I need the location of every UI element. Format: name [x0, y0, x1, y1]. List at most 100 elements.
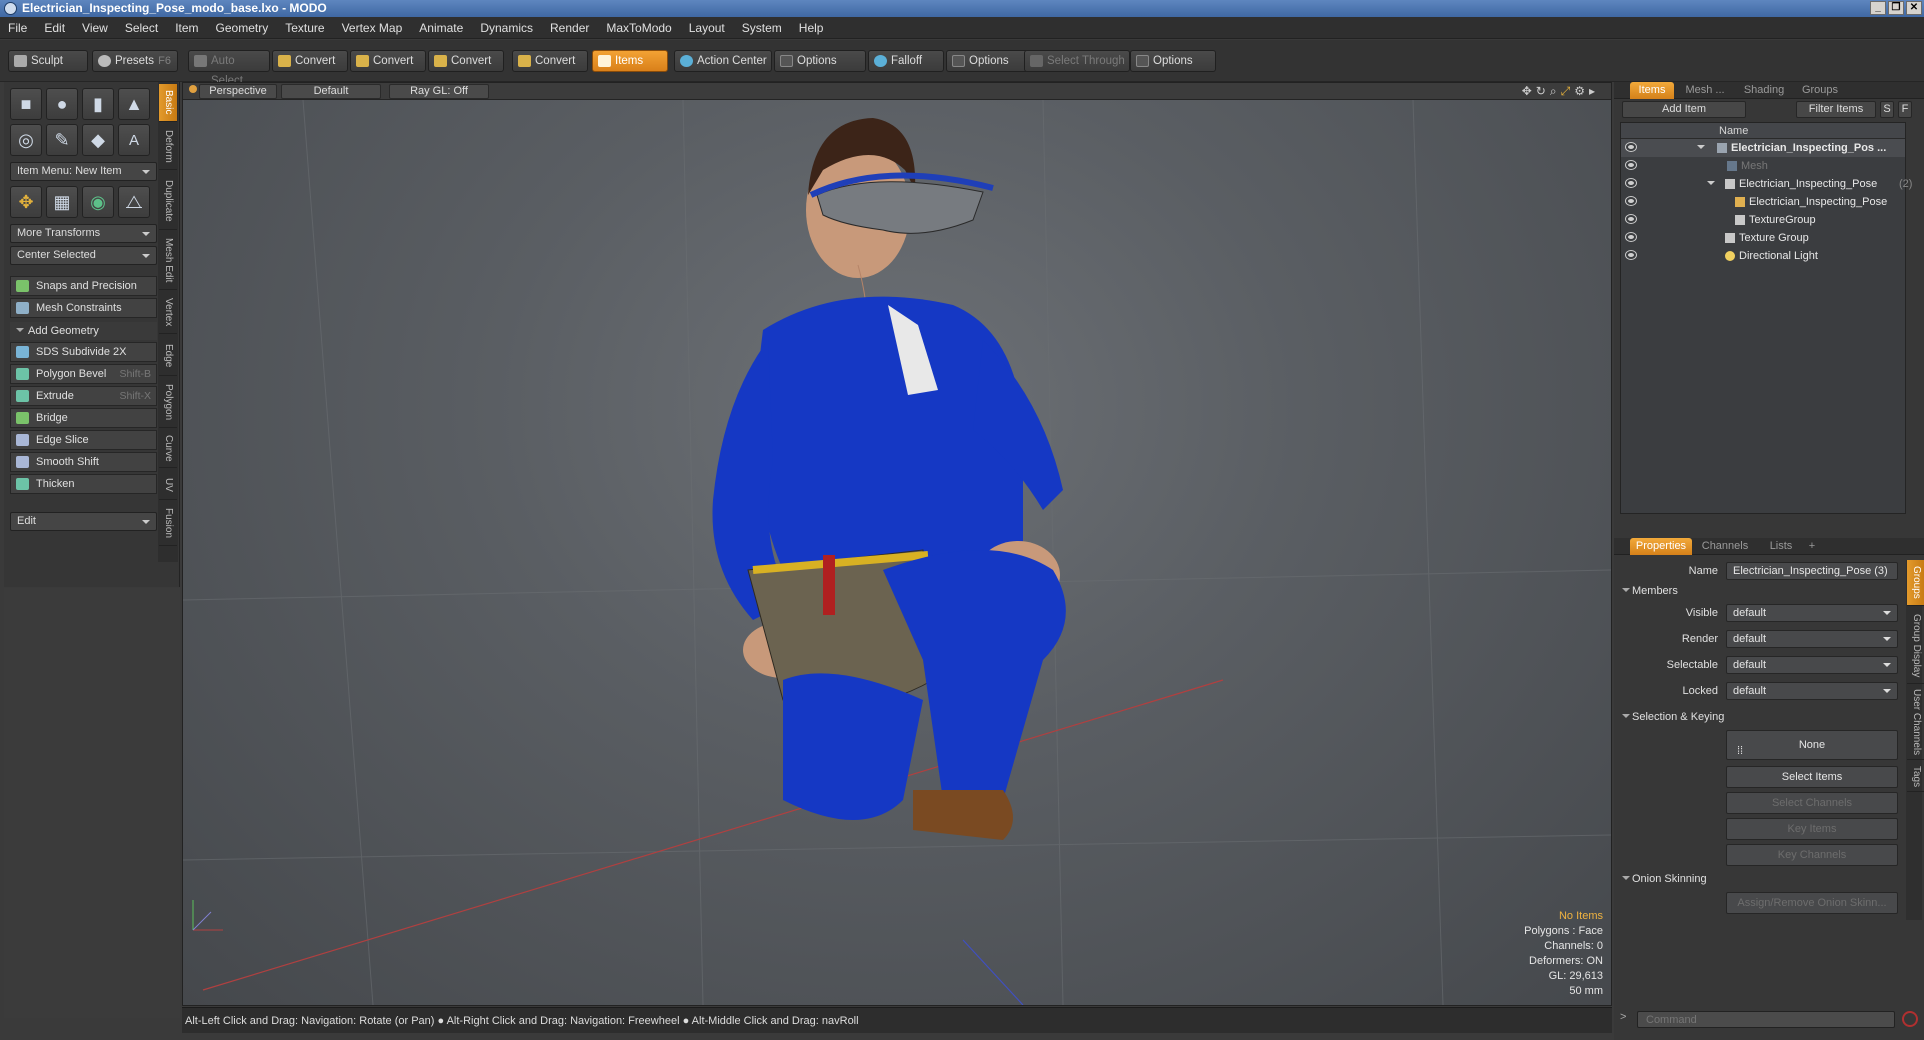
pan-icon[interactable]: ✥ — [1522, 84, 1532, 98]
item-row-texture-group[interactable]: Texture Group — [1621, 229, 1905, 247]
tab-lists[interactable]: Lists — [1760, 538, 1802, 555]
tab-duplicate[interactable]: Duplicate — [159, 172, 177, 230]
menu-view[interactable]: View — [82, 21, 108, 35]
edge-slice-button[interactable]: Edge Slice — [10, 430, 157, 450]
thicken-button[interactable]: Thicken — [10, 474, 157, 494]
menu-animate[interactable]: Animate — [419, 21, 463, 35]
item-row-group[interactable]: Electrician_Inspecting_Pose (2) — [1621, 175, 1912, 193]
convert-vertices-button[interactable]: Convert — [272, 50, 348, 72]
menu-layout[interactable]: Layout — [689, 21, 725, 35]
menu-dynamics[interactable]: Dynamics — [480, 21, 533, 35]
select-items-button[interactable]: Select Items — [1726, 766, 1898, 788]
item-row-root[interactable]: Electrician_Inspecting_Pos ... — [1621, 139, 1905, 157]
close-button[interactable]: ✕ — [1906, 1, 1922, 15]
filter-f-button[interactable]: F — [1898, 101, 1912, 118]
tab-groups[interactable]: Groups — [1794, 82, 1846, 99]
tab-curve[interactable]: Curve — [159, 430, 177, 468]
name-field[interactable]: Electrician_Inspecting_Pose (3) — [1726, 562, 1898, 580]
eye-icon[interactable] — [1626, 233, 1636, 241]
sculpt-button[interactable]: Sculpt — [8, 50, 88, 72]
menu-edit[interactable]: Edit — [44, 21, 65, 35]
expand-arrow-icon[interactable] — [1707, 181, 1715, 189]
filter-items-field[interactable]: Filter Items — [1796, 101, 1876, 118]
shading-dropdown[interactable]: Default — [281, 84, 381, 99]
grid-icon[interactable]: ▦ — [46, 186, 78, 218]
edit-dropdown[interactable]: Edit — [10, 512, 157, 531]
fit-icon[interactable]: ⤢ — [1561, 84, 1571, 98]
item-row-directional-light[interactable]: Directional Light — [1621, 247, 1905, 265]
visible-dropdown[interactable]: default — [1726, 604, 1898, 622]
tab-polygon[interactable]: Polygon — [159, 378, 177, 428]
tab-channels[interactable]: Channels — [1696, 538, 1754, 555]
viewport-menu-icon[interactable] — [189, 85, 197, 93]
members-section[interactable]: Members — [1620, 582, 1900, 600]
falloff-button[interactable]: Falloff — [868, 50, 944, 72]
extrude-button[interactable]: Extrude Shift-X — [10, 386, 157, 406]
tab-uv[interactable]: UV — [159, 470, 177, 500]
cube-icon[interactable]: ■ — [10, 88, 42, 120]
menu-geometry[interactable]: Geometry — [216, 21, 269, 35]
assign-onion-skinning-button[interactable]: Assign/Remove Onion Skinn... — [1726, 892, 1898, 914]
presets-button[interactable]: Presets F6 — [92, 50, 178, 72]
keying-none-button[interactable]: ⁞⁞ None — [1726, 730, 1898, 760]
cone-icon[interactable]: ▲ — [118, 88, 150, 120]
pen-tool-icon[interactable]: ✎ — [46, 124, 78, 156]
selectable-dropdown[interactable]: default — [1726, 656, 1898, 674]
menu-render[interactable]: Render — [550, 21, 589, 35]
torus-icon[interactable]: ◎ — [10, 124, 42, 156]
zoom-icon[interactable]: ⌕ — [1550, 84, 1557, 98]
transform-icon[interactable]: ✥ — [10, 186, 42, 218]
cylinder-icon[interactable]: ▮ — [82, 88, 114, 120]
expand-arrow-icon[interactable]: ▸ — [1589, 84, 1595, 98]
select-options-button[interactable]: Options — [1130, 50, 1216, 72]
render-dropdown[interactable]: default — [1726, 630, 1898, 648]
snaps-precision-button[interactable]: Snaps and Precision — [10, 276, 157, 296]
menu-select[interactable]: Select — [125, 21, 158, 35]
menu-vertex-map[interactable]: Vertex Map — [342, 21, 403, 35]
menu-help[interactable]: Help — [799, 21, 824, 35]
tab-basic[interactable]: Basic — [159, 84, 177, 122]
items-mode-button[interactable]: Items — [592, 50, 668, 72]
minimize-button[interactable]: _ — [1870, 1, 1886, 15]
add-tab-button[interactable]: + — [1804, 538, 1820, 555]
tab-tags[interactable]: Tags — [1907, 762, 1924, 792]
expand-arrow-icon[interactable] — [1697, 145, 1705, 153]
eye-icon[interactable] — [1626, 215, 1636, 223]
raygl-toggle[interactable]: Ray GL: Off — [389, 84, 489, 99]
tab-edge[interactable]: Edge — [159, 336, 177, 376]
tab-mesh-edit[interactable]: Mesh Edit — [159, 232, 177, 290]
add-item-dropdown[interactable]: Add Item — [1622, 101, 1746, 118]
filter-s-button[interactable]: S — [1880, 101, 1894, 118]
tab-shading[interactable]: Shading — [1738, 82, 1790, 99]
pyramid-icon[interactable]: ⧍ — [118, 186, 150, 218]
name-column-header[interactable]: Name — [1719, 123, 1748, 139]
tab-properties[interactable]: Properties — [1630, 538, 1692, 555]
record-icon[interactable] — [1902, 1011, 1918, 1027]
view-mode-dropdown[interactable]: Perspective — [199, 84, 277, 99]
key-channels-button[interactable]: Key Channels — [1726, 844, 1898, 866]
item-row-mesh-instance[interactable]: Electrician_Inspecting_Pose — [1621, 193, 1905, 211]
tab-fusion[interactable]: Fusion — [159, 502, 177, 546]
convert-polygons-button[interactable]: Convert — [428, 50, 504, 72]
item-menu-dropdown[interactable]: Item Menu: New Item — [10, 162, 157, 181]
sds-subdivide-button[interactable]: SDS Subdivide 2X — [10, 342, 157, 362]
menu-maxtomodo[interactable]: MaxToModo — [606, 21, 671, 35]
tab-vertex[interactable]: Vertex — [159, 292, 177, 334]
tab-user-channels[interactable]: User Channels — [1907, 686, 1924, 760]
center-selected-dropdown[interactable]: Center Selected — [10, 246, 157, 265]
tab-groups-side[interactable]: Groups — [1907, 560, 1924, 606]
rotate-icon[interactable]: ↻ — [1536, 84, 1546, 98]
key-items-button[interactable]: Key Items — [1726, 818, 1898, 840]
mesh-constraints-button[interactable]: Mesh Constraints — [10, 298, 157, 318]
eye-icon[interactable] — [1626, 143, 1636, 151]
item-row-texturegroup[interactable]: TextureGroup — [1621, 211, 1905, 229]
eye-icon[interactable] — [1626, 197, 1636, 205]
bridge-button[interactable]: Bridge — [10, 408, 157, 428]
convert-edges-button[interactable]: Convert — [350, 50, 426, 72]
eye-icon[interactable] — [1626, 161, 1636, 169]
menu-texture[interactable]: Texture — [285, 21, 324, 35]
item-row-mesh[interactable]: Mesh — [1621, 157, 1905, 175]
cube-tool-icon[interactable]: ◆ — [82, 124, 114, 156]
more-transforms-dropdown[interactable]: More Transforms — [10, 224, 157, 243]
restore-button[interactable]: ❐ — [1888, 1, 1904, 15]
